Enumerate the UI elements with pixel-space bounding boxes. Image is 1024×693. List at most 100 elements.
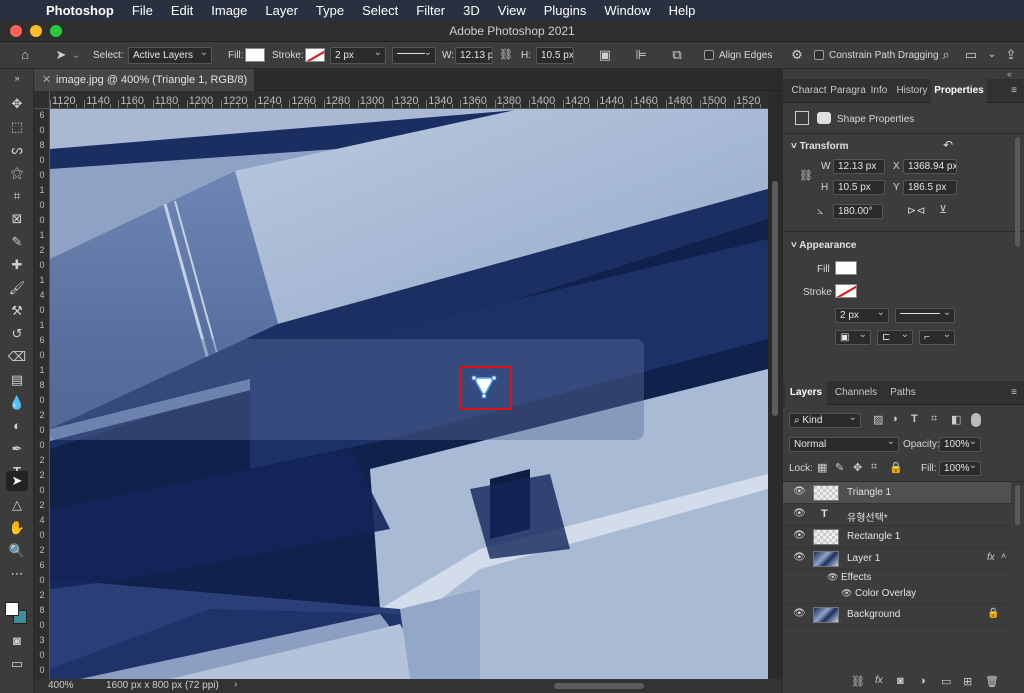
appearance-section-header[interactable]: ˅ Appearance bbox=[791, 240, 857, 251]
vertical-ruler[interactable]: 6 0 8 0 0 1 0 0 1 2 0 1 4 0 1 6 0 1 8 0 2 0 0 2 2 0 2 4 0 2 6 0 2 8 0 3 0 0 bbox=[34, 109, 50, 679]
layer-row-type[interactable]: 👁 T 유형선택* bbox=[783, 504, 1011, 526]
reset-transform-icon[interactable]: ↶ bbox=[943, 138, 953, 152]
filter-smart-object-icon[interactable]: ◧ bbox=[951, 413, 961, 426]
color-overlay-eye-icon[interactable]: 👁 bbox=[841, 588, 852, 599]
stroke-width-field[interactable]: 2 px bbox=[330, 47, 386, 64]
link-dimensions-icon[interactable]: ⛓ bbox=[498, 45, 514, 65]
eyedropper-tool-icon[interactable]: ✎ bbox=[6, 232, 28, 252]
marquee-tool-icon[interactable]: ⬚ bbox=[6, 117, 28, 137]
frame-tool-icon[interactable]: ⊠ bbox=[6, 209, 28, 229]
menu-select[interactable]: Select bbox=[353, 3, 407, 18]
layer-row-layer-1[interactable]: 👁 Layer 1 fx ˄ bbox=[783, 548, 1011, 570]
lasso-tool-icon[interactable]: ᔕ bbox=[6, 140, 28, 160]
tab-info[interactable]: Info bbox=[867, 79, 891, 103]
layer-row-background[interactable]: 👁 Background 🔒 bbox=[783, 604, 1011, 626]
panel-menu-icon[interactable]: ≡ bbox=[1007, 79, 1021, 103]
direct-selection-tool-icon[interactable]: ➤ bbox=[52, 45, 70, 65]
menu-layer[interactable]: Layer bbox=[256, 3, 307, 18]
hand-tool-icon[interactable]: ✋ bbox=[6, 518, 28, 538]
effects-row[interactable]: 👁 Effects bbox=[783, 570, 1011, 586]
select-mode-dropdown[interactable]: Active Layers bbox=[128, 47, 212, 64]
healing-brush-tool-icon[interactable]: ✚ bbox=[6, 255, 28, 275]
magic-wand-tool-icon[interactable]: ⚝ bbox=[6, 163, 28, 183]
filter-toggle-icon[interactable] bbox=[971, 413, 981, 427]
lock-all-icon[interactable]: 🔒 bbox=[889, 461, 903, 474]
rotation-angle-field[interactable]: 180.00° bbox=[833, 204, 883, 219]
document-canvas[interactable] bbox=[50, 109, 768, 679]
filter-type-icon[interactable]: T bbox=[911, 413, 918, 425]
layer-row-rectangle-1[interactable]: 👁 Rectangle 1 bbox=[783, 526, 1011, 548]
filter-adjustment-icon[interactable]: ◑ bbox=[891, 413, 898, 425]
width-field[interactable]: 12.13 px bbox=[455, 47, 493, 64]
stroke-swatch[interactable] bbox=[305, 48, 325, 62]
transform-x-field[interactable]: 1368.94 px bbox=[903, 159, 957, 174]
blur-tool-icon[interactable]: 💧 bbox=[6, 393, 28, 413]
workspace-icon[interactable]: ▭ bbox=[962, 45, 980, 65]
filter-pixel-icon[interactable]: ▨ bbox=[873, 413, 883, 426]
tab-layers[interactable]: Layers bbox=[785, 381, 827, 405]
clone-stamp-tool-icon[interactable]: ⚒ bbox=[6, 301, 28, 321]
collapse-toolbar-icon[interactable]: » bbox=[6, 73, 28, 83]
status-chevron-icon[interactable]: › bbox=[234, 679, 237, 690]
history-brush-tool-icon[interactable]: ↺ bbox=[6, 324, 28, 344]
gear-icon[interactable]: ⚙ bbox=[788, 45, 806, 65]
filter-shape-icon[interactable]: ⌗ bbox=[931, 413, 937, 426]
panel-collapse-icon[interactable]: « bbox=[1007, 69, 1012, 79]
transform-y-field[interactable]: 186.5 px bbox=[903, 180, 957, 195]
shape-tool-icon[interactable]: △ bbox=[6, 495, 28, 515]
visibility-eye-icon[interactable]: 👁 bbox=[793, 486, 806, 497]
fx-badge-icon[interactable]: fx bbox=[987, 552, 995, 563]
transform-height-field[interactable]: 10.5 px bbox=[833, 180, 885, 195]
menu-3d[interactable]: 3D bbox=[454, 3, 489, 18]
appearance-stroke-type[interactable] bbox=[895, 308, 955, 323]
new-group-icon[interactable]: ▭ bbox=[941, 675, 951, 688]
stroke-corners-dropdown[interactable]: ⌐ bbox=[919, 330, 955, 345]
path-operations-icon[interactable]: ▣ bbox=[596, 45, 614, 65]
menu-help[interactable]: Help bbox=[660, 3, 705, 18]
lock-artboard-icon[interactable]: ⌗ bbox=[871, 461, 877, 474]
transform-width-field[interactable]: 12.13 px bbox=[833, 159, 885, 174]
vertical-scrollbar[interactable] bbox=[768, 91, 782, 679]
gradient-tool-icon[interactable]: ▤ bbox=[6, 370, 28, 390]
menu-window[interactable]: Window bbox=[595, 3, 659, 18]
document-tab[interactable]: ✕ image.jpg @ 400% (Triangle 1, RGB/8) * bbox=[34, 69, 254, 108]
zoom-level[interactable]: 400% bbox=[48, 680, 74, 691]
rectangle-1-shape[interactable] bbox=[50, 339, 644, 440]
menu-edit[interactable]: Edit bbox=[162, 3, 202, 18]
home-icon[interactable]: ⌂ bbox=[14, 45, 36, 65]
layer-filter-kind[interactable]: ⌕ Kind bbox=[789, 413, 861, 428]
link-layers-icon[interactable]: ⛓ bbox=[851, 675, 865, 688]
new-adjustment-icon[interactable]: ◑ bbox=[919, 675, 926, 687]
close-tab-icon[interactable]: ✕ bbox=[42, 69, 51, 91]
new-layer-icon[interactable]: ⊞ bbox=[963, 675, 972, 688]
menu-view[interactable]: View bbox=[489, 3, 535, 18]
mask-properties-icon[interactable] bbox=[817, 112, 831, 124]
tab-character[interactable]: Charact bbox=[789, 79, 829, 103]
tab-paths[interactable]: Paths bbox=[885, 381, 921, 405]
more-tools-icon[interactable]: ⋯ bbox=[6, 564, 28, 584]
pen-tool-icon[interactable]: ✒ bbox=[6, 439, 28, 459]
visibility-eye-icon[interactable]: 👁 bbox=[793, 508, 806, 519]
stroke-type-dropdown[interactable] bbox=[392, 47, 436, 64]
path-arrangement-icon[interactable]: ⧉ bbox=[668, 45, 686, 65]
crop-tool-icon[interactable]: ⌗ bbox=[6, 186, 28, 206]
quick-mask-icon[interactable]: ◙ bbox=[6, 631, 28, 651]
color-overlay-row[interactable]: 👁 Color Overlay bbox=[783, 586, 1011, 604]
add-mask-icon[interactable]: ◙ bbox=[897, 675, 904, 687]
fill-swatch[interactable] bbox=[245, 48, 265, 62]
layers-panel-menu-icon[interactable]: ≡ bbox=[1007, 381, 1021, 405]
appearance-stroke-width[interactable]: 2 px bbox=[835, 308, 889, 323]
share-icon[interactable]: ⇪ bbox=[1002, 45, 1020, 65]
vertical-scroll-thumb[interactable] bbox=[772, 181, 778, 416]
layer-row-triangle-1[interactable]: 👁 Triangle 1 bbox=[783, 482, 1011, 504]
dodge-tool-icon[interactable]: ◐ bbox=[6, 416, 28, 436]
menu-filter[interactable]: Filter bbox=[407, 3, 454, 18]
effects-eye-icon[interactable]: 👁 bbox=[827, 572, 838, 583]
lock-position-icon[interactable]: ✥ bbox=[853, 461, 862, 474]
horizontal-ruler[interactable]: 1120 1140 1160 1180 1200 1220 1240 1260 1280 1300… bbox=[50, 91, 768, 109]
visibility-eye-icon[interactable]: 👁 bbox=[793, 530, 806, 541]
menu-plugins[interactable]: Plugins bbox=[535, 3, 596, 18]
menu-type[interactable]: Type bbox=[307, 3, 353, 18]
stroke-caps-dropdown[interactable]: ⊏ bbox=[877, 330, 913, 345]
screen-mode-icon[interactable]: ▭ bbox=[6, 654, 28, 674]
